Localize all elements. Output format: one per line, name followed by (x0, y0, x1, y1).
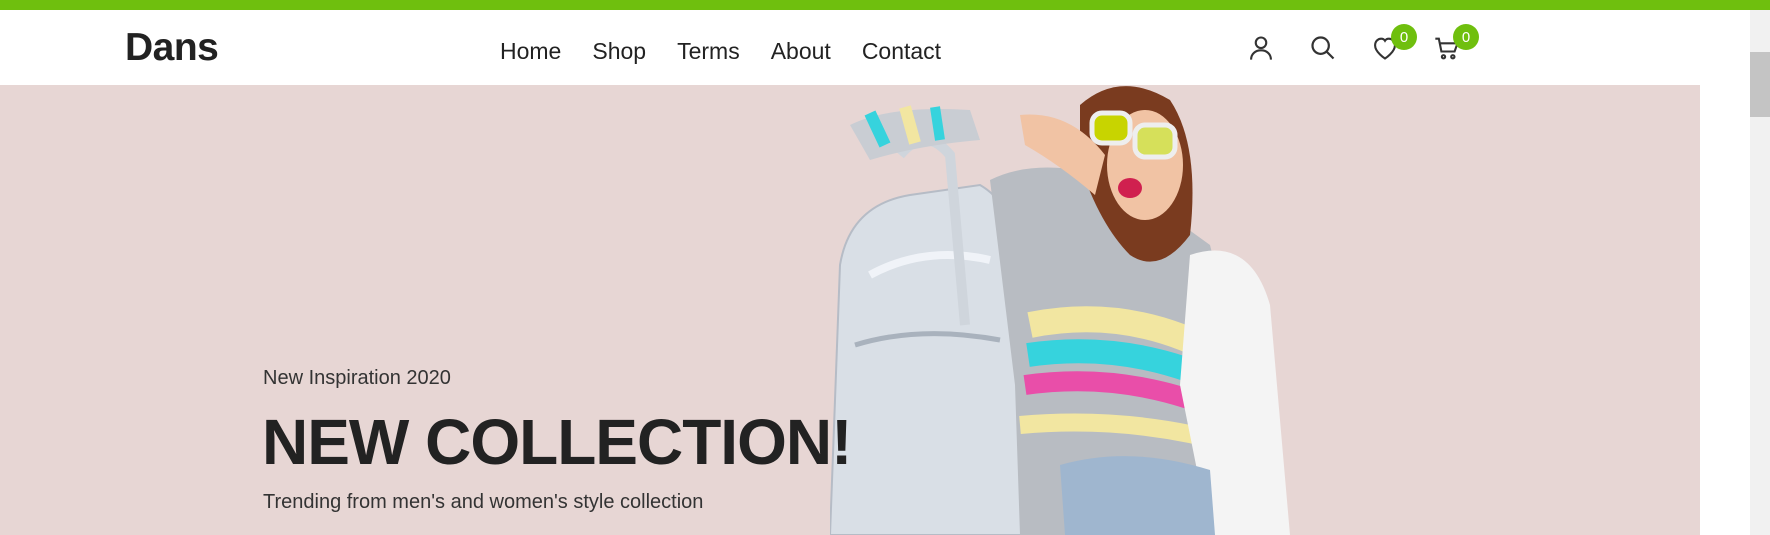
nav-contact[interactable]: Contact (862, 38, 941, 65)
wishlist-count-badge: 0 (1391, 24, 1417, 50)
wishlist-button[interactable]: 0 (1367, 24, 1417, 66)
nav-home[interactable]: Home (500, 38, 561, 65)
account-button[interactable] (1243, 30, 1279, 66)
scrollbar-thumb[interactable] (1750, 52, 1770, 117)
nav-shop[interactable]: Shop (592, 38, 646, 65)
nav-terms[interactable]: Terms (677, 38, 740, 65)
search-icon (1311, 36, 1335, 60)
hero-title: NEW COLLECTION! (262, 406, 852, 478)
hero-subtitle: New Inspiration 2020 (263, 367, 451, 389)
hero-model-image (830, 86, 1290, 535)
top-accent-bar (0, 0, 1770, 10)
cart-count-badge: 0 (1453, 24, 1479, 50)
user-icon (1250, 36, 1272, 60)
nav-about[interactable]: About (771, 38, 831, 65)
site-logo[interactable]: Dans (125, 26, 219, 70)
cart-button[interactable]: 0 (1429, 24, 1479, 66)
header-actions: 0 0 (1243, 24, 1491, 66)
main-navigation: Home Shop Terms About Contact (500, 38, 972, 65)
search-button[interactable] (1305, 30, 1341, 66)
hero-description: Trending from men's and women's style co… (263, 491, 704, 513)
hero-banner: New Inspiration 2020 NEW COLLECTION! Tre… (0, 85, 1700, 535)
site-header: Dans Home Shop Terms About Contact 0 0 (0, 10, 1700, 85)
